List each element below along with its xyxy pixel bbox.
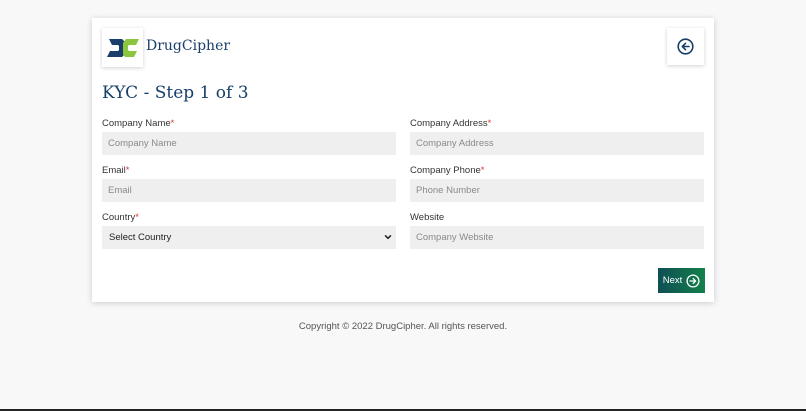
country-field: Country* Select Country	[102, 212, 396, 249]
website-input[interactable]	[410, 226, 704, 249]
arrow-left-circle-icon	[677, 38, 694, 55]
country-select[interactable]: Select Country	[102, 226, 396, 249]
company-address-input[interactable]	[410, 132, 704, 155]
email-label: Email*	[102, 165, 130, 176]
required-mark: *	[480, 165, 485, 176]
company-phone-label: Company Phone*	[410, 165, 485, 176]
arrow-right-circle-icon	[686, 273, 700, 288]
chevron-down-icon	[384, 235, 392, 240]
company-name-input[interactable]	[102, 132, 396, 155]
back-button[interactable]	[667, 28, 704, 65]
required-mark: *	[125, 165, 130, 176]
required-mark: *	[170, 118, 175, 129]
page-title: KYC - Step 1 of 3	[102, 83, 249, 103]
email-input[interactable]	[102, 179, 396, 202]
footer-copyright: Copyright © 2022 DrugCipher. All rights …	[298, 321, 508, 332]
website-field: Website	[410, 212, 704, 249]
company-address-label: Company Address*	[410, 118, 492, 129]
company-phone-input[interactable]	[410, 179, 704, 202]
kyc-card: DrugCipher KYC - Step 1 of 3 Company Nam…	[92, 18, 714, 302]
email-field: Email*	[102, 165, 396, 202]
country-select-value: Select Country	[109, 232, 172, 243]
brand-name: DrugCipher	[146, 38, 231, 54]
next-button[interactable]: Next	[658, 268, 705, 293]
company-name-field: Company Name*	[102, 118, 396, 155]
next-button-label: Next	[662, 275, 683, 286]
required-mark: *	[135, 212, 139, 223]
required-mark: *	[487, 118, 492, 129]
company-phone-field: Company Phone*	[410, 165, 704, 202]
country-label: Country*	[102, 212, 139, 223]
company-address-field: Company Address*	[410, 118, 704, 155]
drugcipher-logo-icon	[106, 38, 139, 57]
logo	[102, 28, 143, 67]
website-label: Website	[410, 212, 445, 223]
company-name-label: Company Name*	[102, 118, 175, 129]
